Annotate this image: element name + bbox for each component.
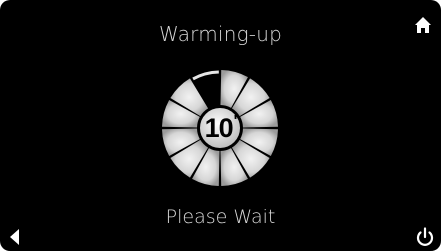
back-arrow-icon <box>10 229 19 245</box>
power-button[interactable] <box>414 226 436 248</box>
timer-value: 10 <box>204 112 234 143</box>
home-icon <box>415 17 431 33</box>
power-icon <box>416 227 434 246</box>
status-text: Please Wait <box>165 206 276 228</box>
back-button[interactable] <box>6 227 24 247</box>
timer-readout: 10 ' <box>199 111 243 145</box>
page-title: Warming-up <box>159 22 282 46</box>
oven-display: Warming-up 10 ' Please Wait <box>0 0 441 251</box>
timer-unit: ' <box>233 113 238 130</box>
home-button[interactable] <box>412 14 434 36</box>
